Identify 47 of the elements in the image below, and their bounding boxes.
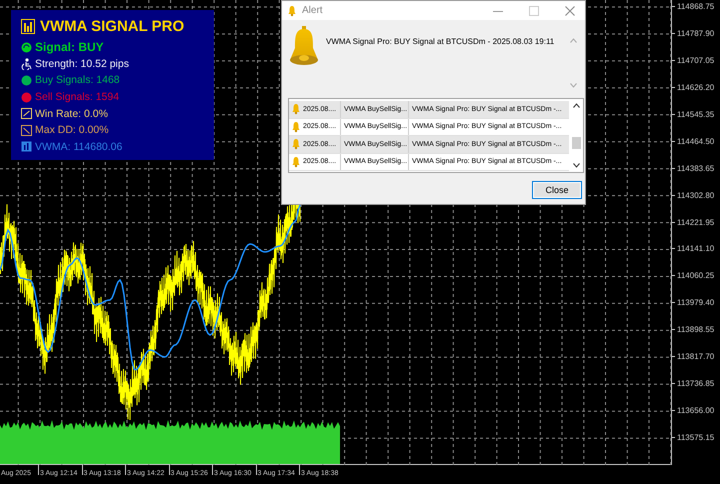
square-icon [21, 108, 32, 120]
price-label: 113736.85 [677, 378, 714, 390]
price-label: 114221.95 [677, 216, 714, 228]
price-label: 114868.75 [677, 1, 714, 13]
price-label: 114545.35 [677, 108, 714, 121]
panel-text: Max DD: 0.00% [35, 124, 109, 136]
bell-icon [292, 156, 300, 168]
close-button[interactable]: Close [532, 181, 582, 199]
close-icon [565, 6, 575, 16]
square-icon [21, 124, 32, 136]
bar-chart-icon [21, 141, 32, 152]
panel-title: VWMA SIGNAL PRO [40, 18, 184, 35]
price-label: 114302.80 [677, 190, 714, 202]
price-label: 114141.10 [677, 243, 714, 256]
panel-text: Sell Signals: 1594 [35, 91, 120, 104]
circle-icon [21, 74, 32, 86]
scroll-up-icon[interactable] [572, 103, 580, 108]
bell-icon [290, 26, 318, 66]
price-label: 114060.25 [677, 270, 714, 282]
bell-icon [292, 120, 300, 133]
circle-icon [21, 42, 32, 53]
panel-text: Signal: BUY [35, 40, 104, 54]
circle-icon [21, 92, 32, 103]
scroll-down-icon[interactable] [572, 163, 580, 168]
panel-text: Buy Signals: 1468 [35, 74, 120, 86]
price-label: 113898.55 [677, 324, 714, 336]
price-label: 114464.50 [677, 136, 714, 148]
price-label: 114383.65 [677, 162, 714, 175]
price-label: 113656.00 [677, 405, 714, 418]
panel-text: Strength: 10.52 pips [35, 58, 129, 70]
price-label: 113817.70 [677, 351, 714, 364]
dialog-title: Alert [302, 5, 324, 16]
panel-text: Win Rate: 0.0% [35, 108, 108, 120]
bell-icon [292, 103, 300, 116]
wheelchair-icon [21, 58, 32, 70]
bar-chart-icon [21, 19, 35, 34]
price-label: 113575.15 [677, 432, 714, 444]
maximize-icon [529, 6, 539, 16]
bell-icon [292, 138, 300, 150]
panel-text: VWMA: 114680.06 [35, 140, 122, 153]
price-label: 114626.20 [677, 82, 714, 94]
alert-message: VWMA Signal Pro: BUY Signal at BTCUSDm - 2025.08.03 19:11 [326, 37, 556, 48]
price-label: 113979.40 [677, 297, 714, 310]
price-label: 114787.90 [677, 28, 714, 40]
bell-icon [288, 4, 296, 16]
price-label: 114707.05 [677, 54, 714, 67]
scrollbar-thumb[interactable] [572, 136, 580, 148]
